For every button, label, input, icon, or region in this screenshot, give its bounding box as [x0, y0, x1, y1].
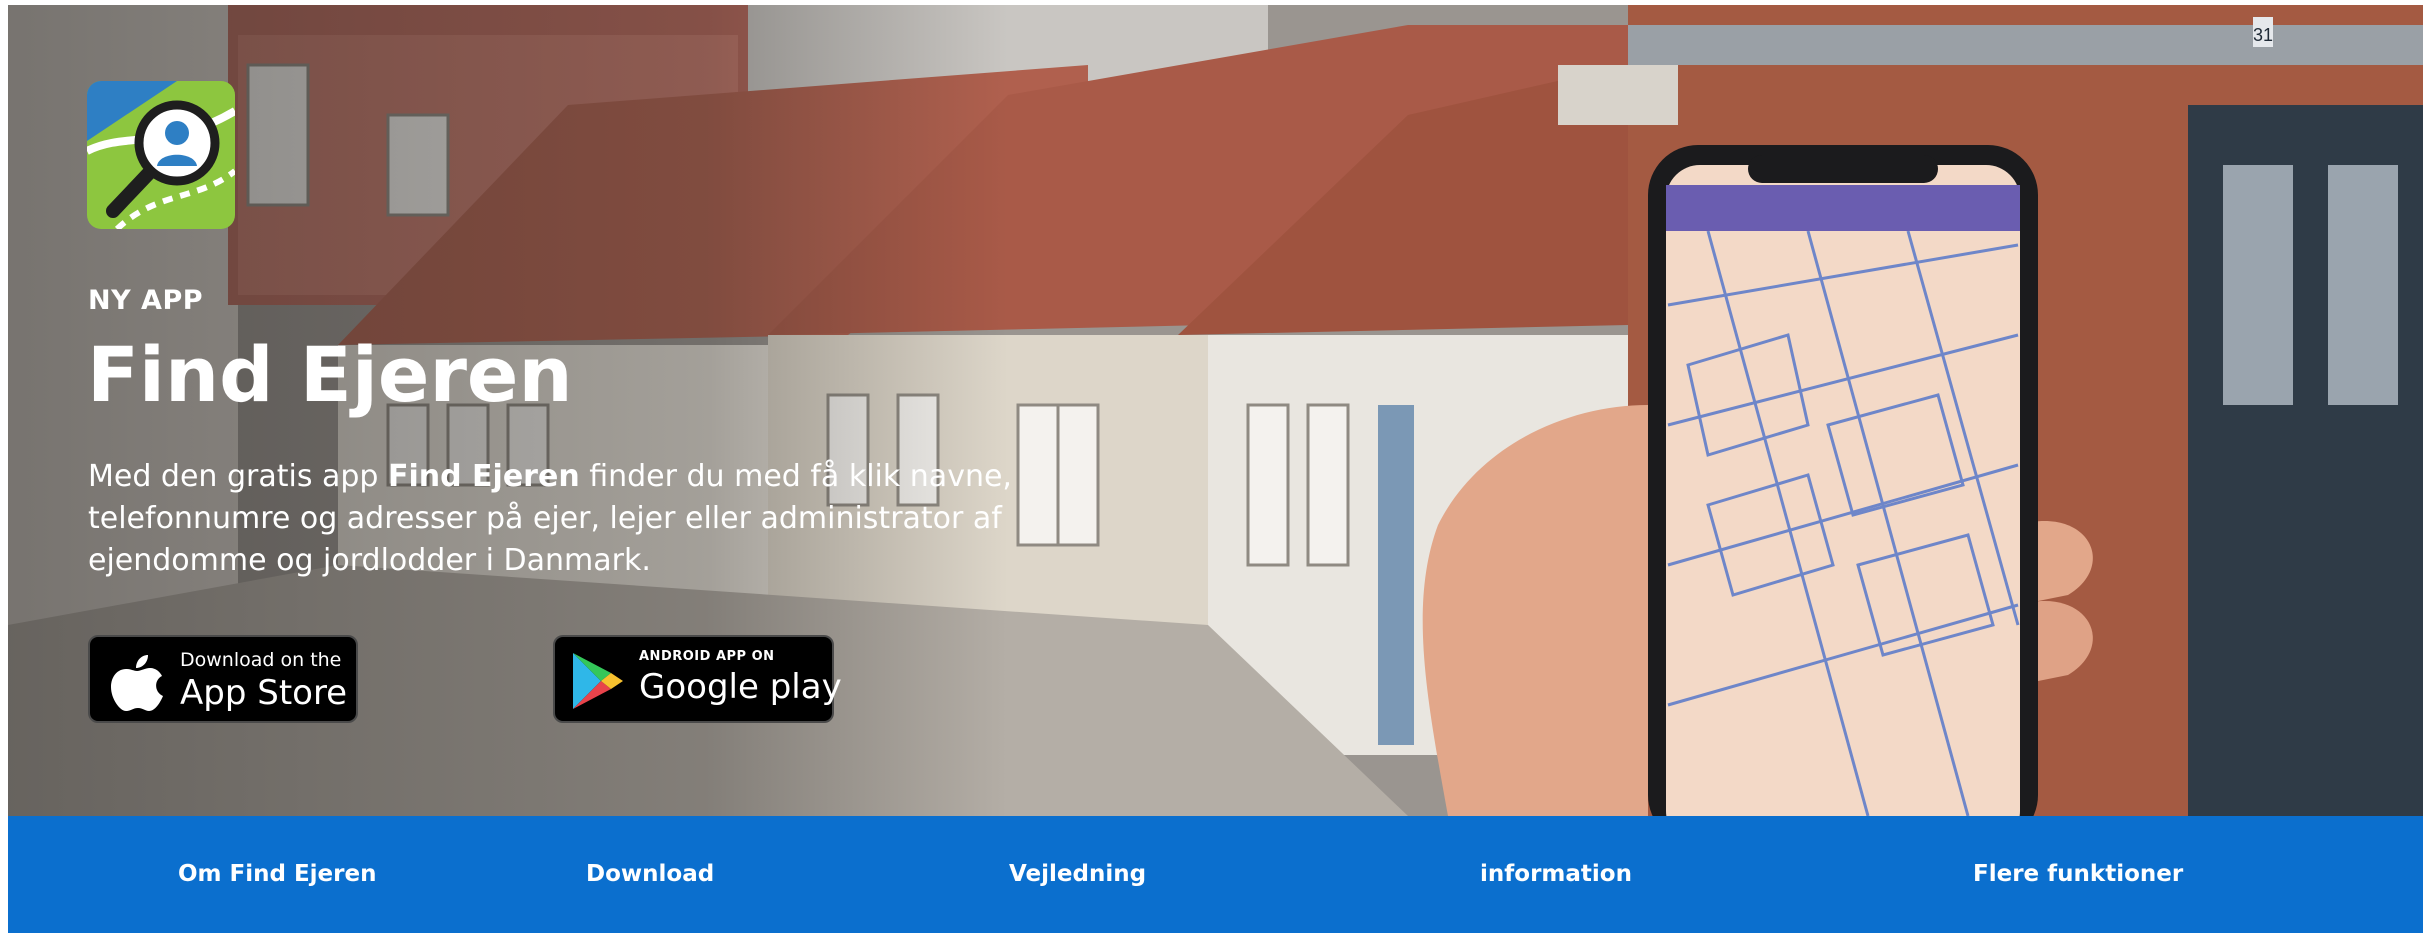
nav-item-download[interactable]: Download — [586, 816, 714, 933]
google-play-icon — [573, 653, 623, 709]
app-store-small-text: Download on the — [180, 649, 342, 671]
hero-banner: 31 NY APP Find Ejeren Med den gratis app… — [8, 5, 2423, 816]
app-store-button[interactable]: Download on the App Store — [88, 635, 358, 723]
hero-description-app-name: Find Ejeren — [388, 459, 580, 494]
google-play-big-text: Google play — [639, 667, 842, 707]
hero-description-text-start: Med den gratis app — [88, 459, 388, 494]
hero-kicker: NY APP — [88, 285, 204, 316]
google-play-small-text: ANDROID APP ON — [639, 649, 775, 664]
hero-description: Med den gratis app Find Ejeren finder du… — [88, 456, 1018, 582]
page-title: Find Ejeren — [87, 330, 573, 419]
google-play-button[interactable]: ANDROID APP ON Google play — [553, 635, 842, 723]
find-ejeren-app-icon — [87, 81, 235, 229]
nav-item-flere-funktioner[interactable]: Flere funktioner — [1973, 816, 2183, 933]
apple-icon — [111, 655, 163, 711]
nav-item-om-find-ejeren[interactable]: Om Find Ejeren — [178, 816, 376, 933]
house-number: 31 — [2253, 25, 2273, 45]
app-store-big-text: App Store — [180, 673, 348, 713]
main-nav: Om Find Ejeren Download Vejledning infor… — [8, 816, 2423, 933]
nav-item-vejledning[interactable]: Vejledning — [1009, 816, 1146, 933]
nav-item-information[interactable]: information — [1480, 816, 1632, 933]
